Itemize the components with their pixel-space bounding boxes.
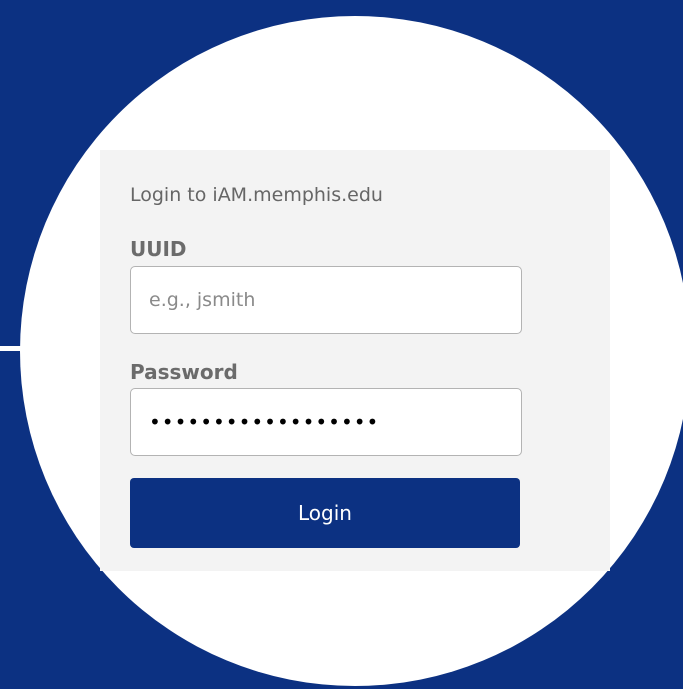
uuid-label: UUID: [130, 237, 187, 261]
login-button[interactable]: Login: [130, 478, 520, 548]
password-input[interactable]: [130, 388, 522, 456]
login-heading: Login to iAM.memphis.edu: [130, 184, 383, 206]
uuid-input[interactable]: [130, 266, 522, 334]
login-panel: Login to iAM.memphis.edu UUID Password L…: [100, 150, 610, 571]
password-label: Password: [130, 360, 238, 384]
